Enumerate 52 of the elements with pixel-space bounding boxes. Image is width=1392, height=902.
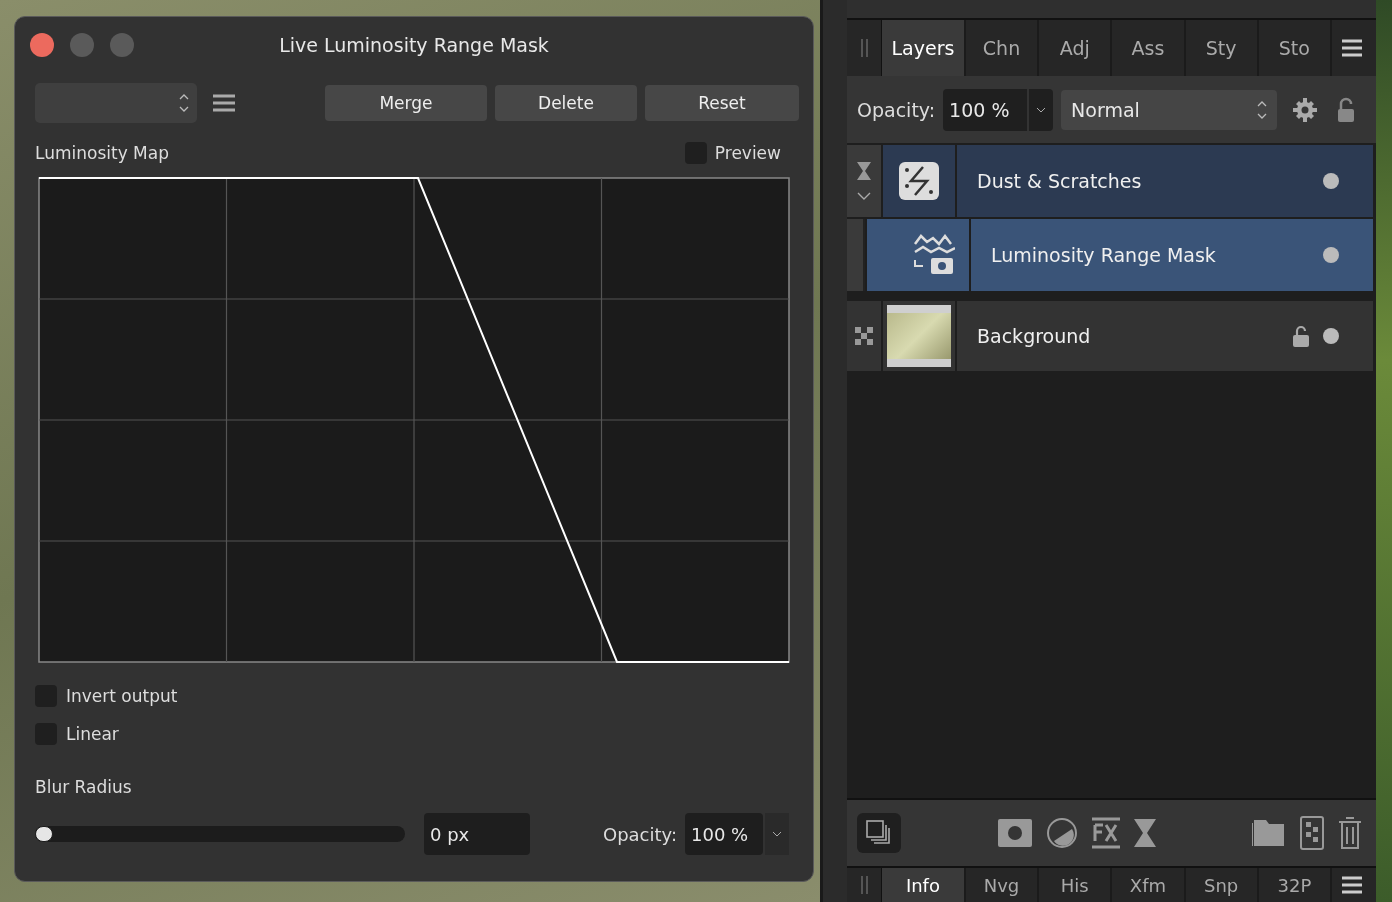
section-label: Blur Radius (35, 777, 133, 797)
caret-icon (772, 831, 782, 837)
trash-icon[interactable] (1338, 816, 1362, 850)
window-title: Live Luminosity Range Mask (279, 34, 549, 56)
fx-icon[interactable] (1091, 817, 1120, 849)
checker-icon[interactable] (855, 327, 873, 345)
layer-name: Dust & Scratches (977, 170, 1143, 192)
folder-icon[interactable] (1252, 818, 1286, 848)
filter-icon (899, 162, 939, 200)
visibility-dot[interactable] (1323, 247, 1339, 263)
caret-icon (1036, 106, 1047, 113)
chevron-icon[interactable] (857, 191, 871, 201)
blur-radius-field[interactable]: 0 px (424, 813, 530, 855)
layer-name: Luminosity Range Mask (991, 244, 1217, 266)
hourglass-icon[interactable] (1133, 819, 1156, 847)
opacity-field[interactable]: 100 % (943, 88, 1028, 131)
opacity-label: Opacity: (857, 98, 936, 121)
dialog-button[interactable]: Delete (495, 85, 637, 121)
dialog-button[interactable]: Merge (325, 85, 487, 121)
lock-icon[interactable] (1337, 96, 1356, 123)
layer-row[interactable]: Background (957, 301, 1373, 371)
layer-row[interactable]: Luminosity Range Mask (971, 219, 1373, 291)
lock-icon[interactable] (1293, 325, 1309, 347)
opacity-field[interactable]: 100 % (685, 813, 763, 855)
mask-icon[interactable] (997, 819, 1032, 847)
checkbox-label: Linear (66, 724, 119, 744)
dialog-button[interactable]: Reset (645, 85, 799, 121)
opacity-label: Opacity: (603, 823, 677, 845)
checkbox-label: Preview (714, 143, 781, 163)
menu-icon[interactable] (213, 93, 235, 113)
panel-tab[interactable]: Info (882, 868, 966, 902)
checkbox-label: Invert output (66, 686, 178, 706)
settings-icon[interactable] (1293, 97, 1318, 122)
visibility-dot[interactable] (1323, 173, 1339, 189)
photo-placeholder (887, 305, 951, 367)
menu-icon[interactable] (1342, 39, 1362, 57)
hourglass-icon[interactable] (856, 161, 872, 181)
blur-slider[interactable] (35, 826, 405, 842)
layer-name: Background (977, 325, 1092, 347)
section-label: Luminosity Map (35, 143, 169, 163)
layers-stack-icon[interactable] (857, 813, 901, 853)
visibility-dot[interactable] (1323, 328, 1339, 344)
luminosity-mask-icon (913, 234, 955, 276)
stepper-icon (179, 92, 189, 114)
panel-tab[interactable]: Layers (882, 20, 966, 76)
slider-thumb[interactable] (35, 826, 53, 842)
checker-page-icon[interactable] (1300, 816, 1324, 850)
adjustment-icon[interactable] (1045, 817, 1078, 849)
layer-row[interactable]: Dust & Scratches (957, 145, 1373, 217)
menu-icon[interactable] (1342, 876, 1362, 894)
blend-mode-dropdown[interactable]: Normal (1061, 89, 1278, 130)
close-button[interactable] (30, 33, 54, 57)
